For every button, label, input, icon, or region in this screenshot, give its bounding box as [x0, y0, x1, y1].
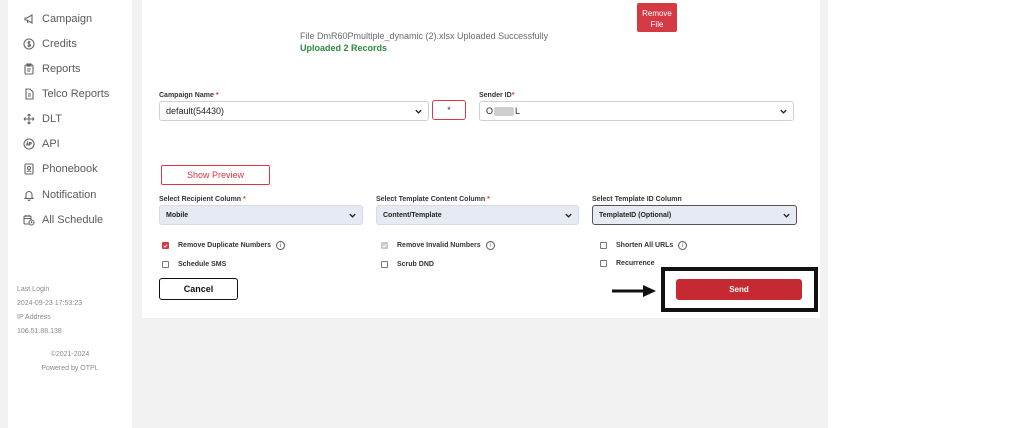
template-id-value: TemplateID (Optional): [599, 211, 672, 219]
template-content-select[interactable]: Content/Template: [376, 205, 579, 225]
last-login-value: 2024-09-23 17:53:23: [17, 300, 82, 307]
campaign-name-value: default(54430): [166, 106, 225, 116]
info-icon[interactable]: i: [485, 241, 495, 250]
sender-id-select[interactable]: O L: [479, 101, 794, 121]
schedule-sms-label: Schedule SMS: [178, 261, 227, 268]
contact-book-icon: [23, 163, 35, 175]
recurrence-checkbox[interactable]: [600, 260, 607, 267]
shorten-urls-checkbox[interactable]: [600, 242, 607, 249]
sidebar-item-phonebook[interactable]: Phonebook: [23, 159, 98, 179]
remove-invalid-label: Remove Invalid Numbers: [397, 242, 481, 249]
sidebar-item-reports[interactable]: Reports: [23, 59, 81, 79]
sidebar-item-label: Campaign: [42, 13, 93, 25]
clipboard-icon: [23, 63, 35, 75]
send-highlight-box: [661, 267, 818, 312]
calendar-clock-icon: [23, 214, 35, 226]
ip-address-value: 106.51.88.138: [17, 328, 62, 335]
redacted-mask: [494, 106, 515, 116]
chevron-down-icon: [779, 107, 788, 116]
chevron-down-icon: [782, 211, 791, 220]
required-mark: *: [215, 92, 219, 99]
sidebar-item-label: Notification: [42, 189, 97, 201]
sidebar-item-campaign[interactable]: Campaign: [23, 9, 92, 29]
cancel-button[interactable]: Cancel: [159, 278, 238, 300]
sender-id-suffix: L: [515, 106, 521, 116]
sidebar-item-label: Reports: [42, 63, 81, 75]
recipient-column-label-text: Select Recipient Column: [159, 196, 242, 203]
sidebar-item-credits[interactable]: Credits: [23, 34, 77, 54]
dollar-circle-icon: [23, 38, 35, 50]
show-preview-button[interactable]: Show Preview: [161, 165, 270, 185]
ip-address-label: IP Address: [17, 314, 51, 321]
recipient-column-value: Mobile: [166, 211, 189, 219]
schedule-sms-option[interactable]: Schedule SMS: [162, 261, 226, 268]
api-icon: [23, 138, 35, 150]
remove-file-button[interactable]: Remove File: [637, 3, 677, 32]
template-id-select[interactable]: TemplateID (Optional): [592, 205, 797, 225]
schedule-sms-checkbox[interactable]: [162, 261, 169, 268]
sender-id-label: Sender ID*: [479, 92, 514, 99]
add-campaign-button[interactable]: *: [432, 100, 466, 120]
template-content-label: Select Template Content Column *: [376, 196, 490, 203]
shorten-urls-label: Shorten All URLs: [616, 242, 674, 249]
megaphone-icon: [23, 13, 35, 25]
chevron-down-icon: [414, 107, 423, 116]
required-mark: *: [511, 92, 515, 99]
sidebar: Campaign Credits Reports Telco Reports D…: [8, 0, 132, 428]
right-panel: [828, 0, 1024, 428]
chevron-down-icon: [348, 211, 357, 220]
recurrence-option[interactable]: Recurrence: [600, 260, 655, 267]
upload-success-message: File DmR60Pmultiple_dynamic (2).xlsx Upl…: [300, 31, 549, 41]
sidebar-item-notification[interactable]: Notification: [23, 185, 96, 205]
info-icon[interactable]: i: [275, 241, 285, 250]
campaign-name-label: Campaign Name *: [159, 92, 219, 99]
remove-duplicates-checkbox[interactable]: [162, 242, 169, 249]
sidebar-item-dlt[interactable]: DLT: [23, 109, 62, 129]
sidebar-item-label: Credits: [42, 38, 77, 50]
template-content-value: Content/Template: [383, 211, 442, 219]
sidebar-item-label: All Schedule: [42, 214, 104, 226]
sidebar-item-telco-reports[interactable]: Telco Reports: [23, 84, 109, 104]
remove-duplicates-label: Remove Duplicate Numbers: [178, 242, 271, 249]
copyright-text: ©2021-2024: [50, 351, 90, 358]
move-arrows-icon: [23, 113, 35, 125]
sidebar-item-api[interactable]: API: [23, 134, 60, 154]
sender-id-prefix: O: [486, 106, 494, 116]
arrow-right-icon: [612, 285, 656, 297]
shorten-urls-option[interactable]: Shorten All URLs i: [600, 241, 688, 250]
uploaded-records-count: Uploaded 2 Records: [300, 43, 388, 53]
recipient-column-label: Select Recipient Column *: [159, 196, 246, 203]
remove-invalid-checkbox: [381, 242, 388, 249]
scrub-dnd-label: Scrub DND: [397, 261, 434, 268]
required-mark: *: [487, 196, 490, 203]
chevron-down-icon: [564, 211, 573, 220]
required-mark: *: [243, 196, 246, 203]
template-id-label: Select Template ID Column: [592, 196, 682, 203]
campaign-name-label-text: Campaign Name: [159, 92, 214, 99]
recipient-column-select[interactable]: Mobile: [159, 205, 363, 225]
sidebar-item-label: DLT: [42, 113, 62, 125]
scrub-dnd-option[interactable]: Scrub DND: [381, 261, 434, 268]
template-content-label-text: Select Template Content Column: [376, 196, 486, 203]
sender-id-label-text: Sender ID: [479, 92, 512, 99]
sidebar-item-label: Phonebook: [42, 163, 98, 175]
remove-invalid-option: Remove Invalid Numbers i: [381, 241, 495, 250]
info-icon[interactable]: i: [678, 241, 688, 250]
remove-duplicates-option[interactable]: Remove Duplicate Numbers i: [162, 241, 285, 250]
sidebar-item-label: API: [42, 138, 60, 150]
powered-by-text: Powered by OTPL: [41, 365, 99, 372]
document-icon: [23, 88, 35, 100]
sidebar-item-all-schedule[interactable]: All Schedule: [23, 210, 103, 230]
bell-icon: [23, 189, 35, 201]
last-login-label: Last Login: [17, 286, 50, 293]
sidebar-item-label: Telco Reports: [42, 88, 110, 100]
campaign-name-select[interactable]: default(54430): [159, 101, 429, 121]
scrub-dnd-checkbox[interactable]: [381, 261, 388, 268]
recurrence-label: Recurrence: [616, 260, 655, 267]
